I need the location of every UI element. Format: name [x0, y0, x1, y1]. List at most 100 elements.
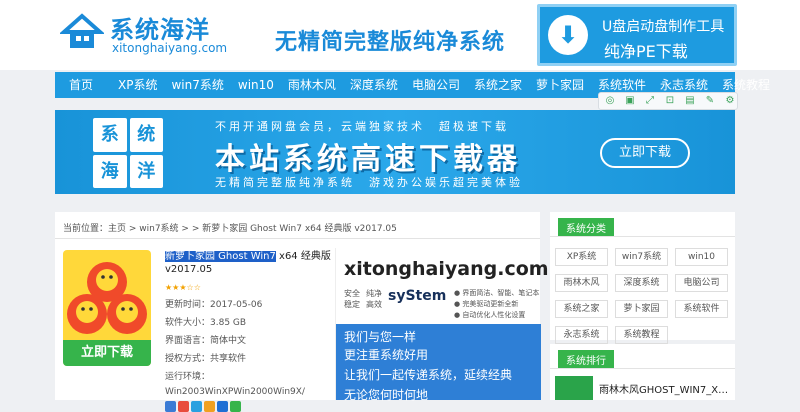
download-arrow-icon: ⬇ [548, 15, 588, 55]
ad-mini-3: 稳定 [344, 300, 360, 309]
banner-logo-char: 统 [129, 118, 163, 152]
info-language: 界面语言：简体中文 [165, 336, 247, 346]
title-highlight: 新萝卜家园 Ghost Win7 [165, 251, 276, 262]
ad-mini-4: 高效 [366, 300, 382, 309]
tag-xp[interactable]: XP系统 [555, 248, 608, 266]
nav-dngs[interactable]: 电脑公司 [405, 72, 467, 98]
category-box: 系统分类 XP系统 win7系统 win10 雨林木风 深度系统 电脑公司 系统… [550, 212, 735, 344]
share-renren-icon[interactable] [217, 401, 228, 412]
promo-line1: U盘启动盘制作工具 [602, 19, 725, 35]
product-title: 新萝卜家园 Ghost Win7 x64 经典版 v2017.05 [165, 250, 335, 276]
downloader-banner[interactable]: 系 统 海 洋 不用开通网盘会员，云端独家技术 超极速下载 本站系统高速下载器 … [55, 110, 735, 194]
nav-win7[interactable]: win7系统 [164, 72, 230, 98]
banner-logo: 系 统 海 洋 [93, 118, 163, 188]
rating-stars: ★★★☆☆ [165, 283, 201, 292]
logo-title: 系统海洋 [110, 16, 210, 44]
smiley-faces-icon [67, 262, 147, 334]
header-slogan: 无精简完整版纯净系统 [275, 30, 506, 55]
banner-logo-char: 洋 [129, 154, 163, 188]
floating-toolbar: ◎ ▣ ⤢ ⊡ ▤ ✎ ⚙ [598, 92, 738, 110]
nav-xp[interactable]: XP系统 [111, 72, 164, 98]
expand-icon[interactable]: ⤢ [643, 95, 657, 107]
nav-xtzj[interactable]: 系统之家 [467, 72, 529, 98]
tag-win7[interactable]: win7系统 [615, 248, 668, 266]
share-qq-icon[interactable] [191, 401, 202, 412]
detail-panel: 当前位置：主页 > win7系统 > > 新萝卜家园 Ghost Win7 x6… [55, 212, 549, 412]
download-button[interactable]: 立即下载 [63, 340, 151, 366]
logo-domain: xitonghaiyang.com [112, 41, 228, 55]
screenshot-icon[interactable]: ⊡ [663, 95, 677, 107]
ad-bullet: ● 界面简洁、智能、笔记本 [454, 289, 540, 297]
ad-panel[interactable]: xitonghaiyang.com 安全稳定 纯净高效 syStem ● 界面简… [335, 248, 549, 402]
save-icon[interactable]: ▤ [683, 95, 697, 107]
info-env-value: Win2003WinXPWin2000Win9X/ [165, 387, 305, 397]
divider [55, 238, 540, 239]
banner-download-button[interactable]: 立即下载 [600, 138, 690, 168]
share-plus-icon[interactable] [165, 401, 176, 412]
nav-win10[interactable]: win10 [231, 72, 281, 98]
tag-yzxt[interactable]: 永志系统 [555, 326, 608, 344]
edit-icon[interactable]: ✎ [703, 95, 717, 107]
share-wechat-icon[interactable] [230, 401, 241, 412]
tag-win10[interactable]: win10 [675, 248, 728, 266]
logo-mark-icon [60, 13, 104, 48]
copy-icon[interactable]: ▣ [623, 95, 637, 107]
ad-line4: 无论您何时何地 [344, 388, 429, 402]
info-size: 软件大小：3.85 GB [165, 318, 247, 328]
banner-logo-char: 系 [93, 118, 127, 152]
category-heading: 系统分类 [558, 218, 614, 237]
info-license: 授权方式：共享软件 [165, 354, 247, 364]
info-env-label: 运行环境： [165, 372, 211, 382]
ad-mini-2: 纯净 [366, 289, 382, 298]
ad-mini-1: 安全 [344, 289, 360, 298]
search-icon[interactable]: ◎ [603, 95, 617, 107]
ranking-heading: 系统排行 [558, 350, 614, 369]
banner-tagline-top: 不用开通网盘会员，云端独家技术 超极速下载 [215, 120, 509, 133]
product-icon: 立即下载 [63, 250, 151, 366]
ranking-box: 系统排行 雨林木风GHOST_WIN7_X64纯净版 [550, 344, 735, 400]
nav-ylmf[interactable]: 雨林木风 [281, 72, 343, 98]
ranking-thumbnail [555, 376, 593, 400]
tag-xtzj[interactable]: 系统之家 [555, 300, 608, 318]
settings-icon[interactable]: ⚙ [723, 95, 737, 107]
divider [550, 368, 735, 369]
ad-line1: 我们与您一样 [344, 330, 417, 344]
tag-ylmf[interactable]: 雨林木风 [555, 274, 608, 292]
tag-lbjy[interactable]: 萝卜家园 [615, 300, 668, 318]
share-icons [165, 401, 335, 412]
ad-bullet: ● 自动优化人性化设置 [454, 311, 526, 319]
ad-feature: 安全 稳定 [344, 288, 360, 318]
tag-tutorial[interactable]: 系统教程 [615, 326, 668, 344]
nav-lbjy[interactable]: 萝卜家园 [529, 72, 591, 98]
sidebar: 系统分类 XP系统 win7系统 win10 雨林木风 深度系统 电脑公司 系统… [550, 212, 735, 400]
banner-logo-char: 海 [93, 154, 127, 188]
ad-system-word: syStem [388, 288, 447, 304]
share-qzone-icon[interactable] [204, 401, 215, 412]
banner-headline: 本站系统高速下载器 [215, 142, 521, 177]
category-tags: XP系统 win7系统 win10 雨林木风 深度系统 电脑公司 系统之家 萝卜… [555, 248, 730, 344]
tag-software[interactable]: 系统软件 [675, 300, 728, 318]
info-updated: 更新时间：2017-05-06 [165, 300, 263, 310]
tag-dngs[interactable]: 电脑公司 [675, 274, 728, 292]
tag-deepin[interactable]: 深度系统 [615, 274, 668, 292]
ranking-item[interactable]: 雨林木风GHOST_WIN7_X64纯净版 [555, 376, 733, 400]
promo-line2: 纯净PE下载 [604, 42, 688, 61]
banner-tagline-bottom: 无精简完整版纯净系统 游戏办公娱乐超完美体验 [215, 176, 523, 189]
ad-feature: 纯净 高效 [366, 288, 382, 318]
header: 系统海洋 xitonghaiyang.com 无精简完整版纯净系统 ⬇ U盘启动… [0, 0, 800, 70]
product-info: 新萝卜家园 Ghost Win7 x64 经典版 v2017.05 ★★★☆☆ … [165, 250, 335, 412]
ad-blue-band: 我们与您一样 更注重系统好用 让我们一起传递系统，延续经典 无论您何时何地 [336, 324, 541, 402]
ad-site: xitonghaiyang.com [344, 258, 549, 280]
divider [550, 236, 735, 237]
ad-bullet: ● 完美驱动更新全新 [454, 300, 519, 308]
ad-line3: 让我们一起传递系统，延续经典 [344, 368, 513, 382]
ad-bullets: ● 界面简洁、智能、笔记本 ● 完美驱动更新全新 ● 自动优化人性化设置 [454, 288, 539, 321]
ranking-title: 雨林木风GHOST_WIN7_X64纯净版 [599, 385, 733, 396]
nav-home[interactable]: 首页 [55, 72, 111, 98]
breadcrumb[interactable]: 当前位置：主页 > win7系统 > > 新萝卜家园 Ghost Win7 x6… [63, 221, 397, 234]
nav-deepin[interactable]: 深度系统 [343, 72, 405, 98]
site-logo[interactable]: 系统海洋 xitonghaiyang.com [60, 8, 227, 60]
ad-line2: 更注重系统好用 [344, 348, 429, 362]
usb-tool-promo[interactable]: ⬇ U盘启动盘制作工具 纯净PE下载 [537, 4, 737, 66]
share-weibo-icon[interactable] [178, 401, 189, 412]
